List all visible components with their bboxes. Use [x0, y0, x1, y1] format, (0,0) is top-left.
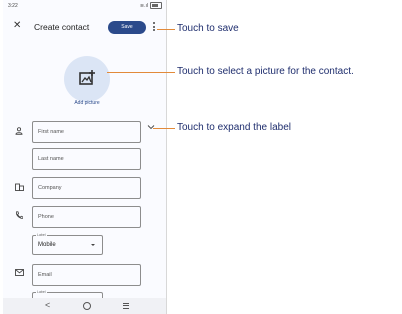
phone-icon — [15, 211, 23, 219]
status-icons: ≋.ıl — [140, 2, 162, 9]
add-picture-avatar[interactable] — [64, 56, 110, 102]
business-icon — [15, 183, 24, 191]
app-bar: ✕ Create contact Save — [3, 16, 166, 38]
signal-icon: ≋.ıl — [139, 2, 148, 9]
callout-line-picture — [107, 72, 175, 73]
company-field[interactable]: Company — [32, 177, 141, 199]
chevron-down-icon[interactable] — [147, 124, 155, 130]
add-picture-label[interactable]: Add picture — [58, 100, 116, 106]
page-title: Create contact — [34, 22, 90, 32]
callout-save: Touch to save — [177, 23, 239, 34]
email-placeholder: Email — [38, 272, 52, 278]
close-icon[interactable]: ✕ — [13, 21, 21, 31]
callout-picture: Touch to select a picture for the contac… — [177, 66, 354, 77]
navigation-bar: < — [3, 298, 166, 314]
phone-screen: 3:22 ≋.ıl ✕ Create contact Save Add pict… — [3, 0, 167, 314]
status-time: 3:22 — [8, 3, 18, 9]
email-label-caption: Label — [36, 290, 47, 294]
recents-icon[interactable] — [123, 303, 129, 310]
person-icon — [15, 127, 23, 135]
status-bar: 3:22 ≋.ıl — [8, 2, 162, 11]
home-icon[interactable] — [83, 302, 91, 310]
callout-expand: Touch to expand the label — [177, 122, 291, 133]
phone-label-caption: Label — [36, 233, 47, 237]
phone-field[interactable]: Phone — [32, 206, 141, 228]
email-field[interactable]: Email — [32, 264, 141, 286]
back-icon[interactable]: < — [45, 300, 50, 310]
callout-line-expand — [153, 128, 175, 129]
company-placeholder: Company — [38, 185, 62, 191]
email-icon — [15, 269, 24, 276]
more-vert-icon[interactable] — [152, 21, 156, 33]
add-photo-icon — [79, 70, 95, 85]
phone-placeholder: Phone — [38, 214, 54, 220]
last-name-placeholder: Last name — [38, 156, 64, 162]
callout-line-save — [157, 29, 175, 30]
first-name-placeholder: First name — [38, 129, 64, 135]
save-button[interactable]: Save — [108, 21, 146, 34]
phone-label-value: Mobile — [38, 242, 56, 248]
battery-icon — [150, 2, 162, 9]
first-name-field[interactable]: First name — [32, 121, 141, 143]
last-name-field[interactable]: Last name — [32, 148, 141, 170]
dropdown-arrow-icon — [91, 244, 95, 246]
phone-label-select[interactable]: Label Mobile — [32, 233, 103, 255]
